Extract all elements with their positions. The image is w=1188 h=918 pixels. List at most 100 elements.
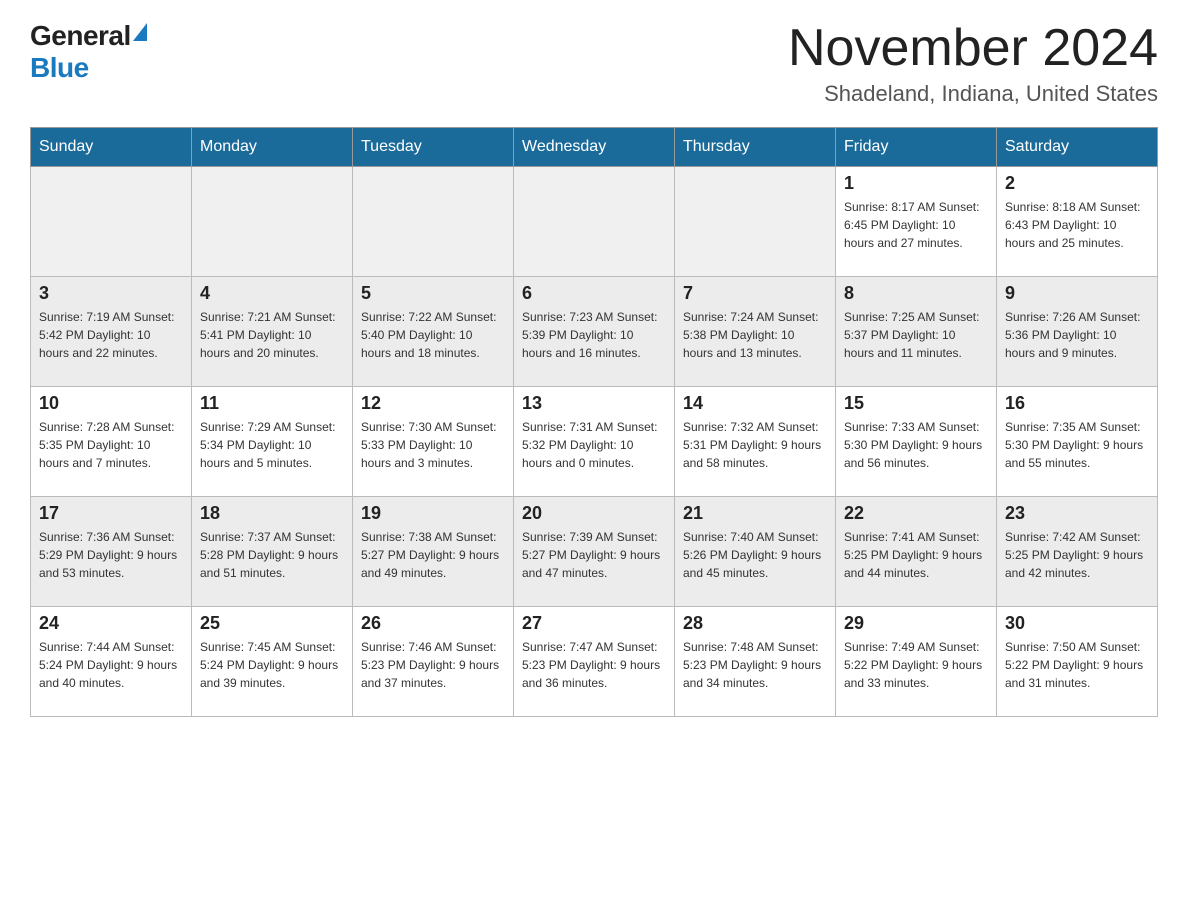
day-number: 20 — [522, 503, 666, 524]
day-info: Sunrise: 7:22 AM Sunset: 5:40 PM Dayligh… — [361, 308, 505, 362]
day-number: 15 — [844, 393, 988, 414]
day-cell: 24 Sunrise: 7:44 AM Sunset: 5:24 PM Dayli… — [31, 607, 192, 717]
day-number: 4 — [200, 283, 344, 304]
day-info: Sunrise: 7:31 AM Sunset: 5:32 PM Dayligh… — [522, 418, 666, 472]
page-header: General Blue November 2024 Shadeland, In… — [30, 20, 1158, 107]
day-cell: 16Sunrise: 7:35 AM Sunset: 5:30 PM Dayli… — [997, 387, 1158, 497]
day-number: 30 — [1005, 613, 1149, 634]
day-cell: 26 Sunrise: 7:46 AM Sunset: 5:23 PM Dayli… — [353, 607, 514, 717]
logo-triangle-icon — [133, 23, 147, 41]
title-area: November 2024 Shadeland, Indiana, United… — [788, 20, 1158, 107]
day-info: Sunrise: 7:49 AM Sunset: 5:22 PM Dayligh… — [844, 638, 988, 692]
day-info: Sunrise: 7:21 AM Sunset: 5:41 PM Dayligh… — [200, 308, 344, 362]
day-number: 19 — [361, 503, 505, 524]
day-info: Sunrise: 7:47 AM Sunset: 5:23 PM Dayligh… — [522, 638, 666, 692]
day-info: Sunrise: 7:29 AM Sunset: 5:34 PM Dayligh… — [200, 418, 344, 472]
subtitle: Shadeland, Indiana, United States — [788, 81, 1158, 107]
day-cell: 5 Sunrise: 7:22 AM Sunset: 5:40 PM Daylig… — [353, 277, 514, 387]
day-info: Sunrise: 7:30 AM Sunset: 5:33 PM Dayligh… — [361, 418, 505, 472]
day-number: 25 — [200, 613, 344, 634]
day-info: Sunrise: 8:18 AM Sunset: 6:43 PM Dayligh… — [1005, 198, 1149, 252]
logo-general-text: General — [30, 20, 131, 52]
day-cell: 23 Sunrise: 7:42 AM Sunset: 5:25 PM Dayli… — [997, 497, 1158, 607]
day-cell: 11 Sunrise: 7:29 AM Sunset: 5:34 PM Dayli… — [192, 387, 353, 497]
day-info: Sunrise: 7:44 AM Sunset: 5:24 PM Dayligh… — [39, 638, 183, 692]
header-thursday: Thursday — [675, 128, 836, 167]
day-info: Sunrise: 8:17 AM Sunset: 6:45 PM Dayligh… — [844, 198, 988, 252]
day-cell — [675, 167, 836, 277]
day-cell: 6 Sunrise: 7:23 AM Sunset: 5:39 PM Daylig… — [514, 277, 675, 387]
day-cell: 7 Sunrise: 7:24 AM Sunset: 5:38 PM Daylig… — [675, 277, 836, 387]
day-info: Sunrise: 7:40 AM Sunset: 5:26 PM Dayligh… — [683, 528, 827, 582]
day-cell: 10Sunrise: 7:28 AM Sunset: 5:35 PM Dayli… — [31, 387, 192, 497]
day-number: 10 — [39, 393, 183, 414]
day-number: 27 — [522, 613, 666, 634]
day-info: Sunrise: 7:25 AM Sunset: 5:37 PM Dayligh… — [844, 308, 988, 362]
logo: General Blue — [30, 20, 147, 84]
day-cell: 27 Sunrise: 7:47 AM Sunset: 5:23 PM Dayli… — [514, 607, 675, 717]
day-info: Sunrise: 7:37 AM Sunset: 5:28 PM Dayligh… — [200, 528, 344, 582]
day-cell: 28Sunrise: 7:48 AM Sunset: 5:23 PM Dayli… — [675, 607, 836, 717]
day-number: 11 — [200, 393, 344, 414]
header-wednesday: Wednesday — [514, 128, 675, 167]
day-cell: 13 Sunrise: 7:31 AM Sunset: 5:32 PM Dayli… — [514, 387, 675, 497]
day-info: Sunrise: 7:36 AM Sunset: 5:29 PM Dayligh… — [39, 528, 183, 582]
day-cell: 29Sunrise: 7:49 AM Sunset: 5:22 PM Dayli… — [836, 607, 997, 717]
day-number: 6 — [522, 283, 666, 304]
day-info: Sunrise: 7:45 AM Sunset: 5:24 PM Dayligh… — [200, 638, 344, 692]
day-cell: 15 Sunrise: 7:33 AM Sunset: 5:30 PM Dayli… — [836, 387, 997, 497]
day-number: 24 — [39, 613, 183, 634]
day-cell: 1 Sunrise: 8:17 AM Sunset: 6:45 PM Daylig… — [836, 167, 997, 277]
day-info: Sunrise: 7:38 AM Sunset: 5:27 PM Dayligh… — [361, 528, 505, 582]
day-cell: 12 Sunrise: 7:30 AM Sunset: 5:33 PM Dayli… — [353, 387, 514, 497]
day-info: Sunrise: 7:32 AM Sunset: 5:31 PM Dayligh… — [683, 418, 827, 472]
header-friday: Friday — [836, 128, 997, 167]
day-cell — [192, 167, 353, 277]
day-number: 18 — [200, 503, 344, 524]
day-info: Sunrise: 7:50 AM Sunset: 5:22 PM Dayligh… — [1005, 638, 1149, 692]
day-cell: 14 Sunrise: 7:32 AM Sunset: 5:31 PM Dayli… — [675, 387, 836, 497]
day-cell: 19 Sunrise: 7:38 AM Sunset: 5:27 PM Dayli… — [353, 497, 514, 607]
day-number: 7 — [683, 283, 827, 304]
day-info: Sunrise: 7:19 AM Sunset: 5:42 PM Dayligh… — [39, 308, 183, 362]
day-number: 23 — [1005, 503, 1149, 524]
week-row-5: 24 Sunrise: 7:44 AM Sunset: 5:24 PM Dayli… — [31, 607, 1158, 717]
day-number: 12 — [361, 393, 505, 414]
day-info: Sunrise: 7:48 AM Sunset: 5:23 PM Dayligh… — [683, 638, 827, 692]
calendar-header-row: SundayMondayTuesdayWednesdayThursdayFrid… — [31, 128, 1158, 167]
day-number: 5 — [361, 283, 505, 304]
day-number: 3 — [39, 283, 183, 304]
day-info: Sunrise: 7:26 AM Sunset: 5:36 PM Dayligh… — [1005, 308, 1149, 362]
day-number: 13 — [522, 393, 666, 414]
week-row-2: 3 Sunrise: 7:19 AM Sunset: 5:42 PM Daylig… — [31, 277, 1158, 387]
day-cell — [514, 167, 675, 277]
day-info: Sunrise: 7:24 AM Sunset: 5:38 PM Dayligh… — [683, 308, 827, 362]
day-info: Sunrise: 7:46 AM Sunset: 5:23 PM Dayligh… — [361, 638, 505, 692]
day-number: 2 — [1005, 173, 1149, 194]
day-info: Sunrise: 7:39 AM Sunset: 5:27 PM Dayligh… — [522, 528, 666, 582]
day-number: 22 — [844, 503, 988, 524]
day-cell — [353, 167, 514, 277]
week-row-1: 1 Sunrise: 8:17 AM Sunset: 6:45 PM Daylig… — [31, 167, 1158, 277]
day-cell: 9 Sunrise: 7:26 AM Sunset: 5:36 PM Daylig… — [997, 277, 1158, 387]
day-number: 9 — [1005, 283, 1149, 304]
day-cell: 20 Sunrise: 7:39 AM Sunset: 5:27 PM Dayli… — [514, 497, 675, 607]
day-info: Sunrise: 7:23 AM Sunset: 5:39 PM Dayligh… — [522, 308, 666, 362]
day-number: 17 — [39, 503, 183, 524]
calendar-table: SundayMondayTuesdayWednesdayThursdayFrid… — [30, 127, 1158, 717]
day-number: 1 — [844, 173, 988, 194]
day-cell: 3 Sunrise: 7:19 AM Sunset: 5:42 PM Daylig… — [31, 277, 192, 387]
header-tuesday: Tuesday — [353, 128, 514, 167]
header-saturday: Saturday — [997, 128, 1158, 167]
day-cell: 21Sunrise: 7:40 AM Sunset: 5:26 PM Dayli… — [675, 497, 836, 607]
main-title: November 2024 — [788, 20, 1158, 77]
day-info: Sunrise: 7:42 AM Sunset: 5:25 PM Dayligh… — [1005, 528, 1149, 582]
day-info: Sunrise: 7:33 AM Sunset: 5:30 PM Dayligh… — [844, 418, 988, 472]
logo-blue-text: Blue — [30, 52, 89, 84]
day-number: 14 — [683, 393, 827, 414]
day-info: Sunrise: 7:35 AM Sunset: 5:30 PM Dayligh… — [1005, 418, 1149, 472]
day-cell: 17 Sunrise: 7:36 AM Sunset: 5:29 PM Dayli… — [31, 497, 192, 607]
day-number: 26 — [361, 613, 505, 634]
day-cell: 2 Sunrise: 8:18 AM Sunset: 6:43 PM Daylig… — [997, 167, 1158, 277]
day-info: Sunrise: 7:41 AM Sunset: 5:25 PM Dayligh… — [844, 528, 988, 582]
